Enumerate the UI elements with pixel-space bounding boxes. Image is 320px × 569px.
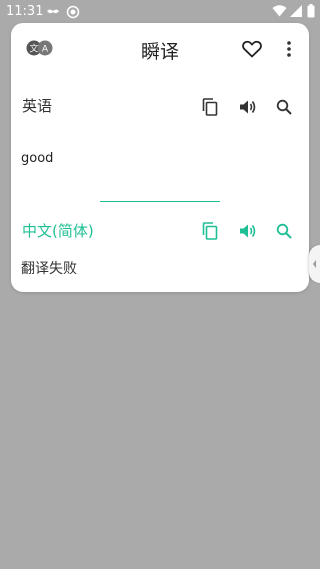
card-header: 文 A 瞬译 xyxy=(11,23,309,75)
wifi-icon xyxy=(272,5,287,17)
target-search-button[interactable] xyxy=(274,221,294,241)
mustache-icon xyxy=(47,9,59,14)
translation-card: 文 A 瞬译 英语 good 中文(简体) 翻译失败 xyxy=(11,23,309,292)
more-button[interactable] xyxy=(282,38,296,60)
target-speak-button[interactable] xyxy=(237,221,259,241)
battery-icon xyxy=(307,4,315,18)
volume-icon xyxy=(240,100,256,114)
divider xyxy=(100,201,220,202)
favorite-button[interactable] xyxy=(240,38,264,60)
source-search-button[interactable] xyxy=(274,97,294,117)
target-icon xyxy=(66,5,80,19)
status-bar: 11:31 xyxy=(0,0,320,24)
copy-icon xyxy=(202,98,218,116)
source-text-input[interactable]: good xyxy=(21,151,53,166)
target-language-label[interactable]: 中文(简体) xyxy=(22,220,94,241)
source-language-label[interactable]: 英语 xyxy=(22,95,52,116)
status-time: 11:31 xyxy=(6,4,44,19)
search-icon xyxy=(276,223,292,239)
translation-result: 翻译失败 xyxy=(21,261,77,277)
edge-drag-handle[interactable] xyxy=(309,245,320,283)
more-vert-icon xyxy=(287,41,291,57)
signal-icon xyxy=(290,5,302,17)
search-icon xyxy=(276,99,292,115)
heart-icon xyxy=(242,40,262,58)
source-copy-button[interactable] xyxy=(200,97,220,117)
copy-icon xyxy=(202,222,218,240)
chevron-left-icon xyxy=(313,260,316,268)
source-speak-button[interactable] xyxy=(237,97,259,117)
target-copy-button[interactable] xyxy=(200,221,220,241)
volume-icon xyxy=(240,224,256,238)
app-title: 瞬译 xyxy=(140,41,179,63)
